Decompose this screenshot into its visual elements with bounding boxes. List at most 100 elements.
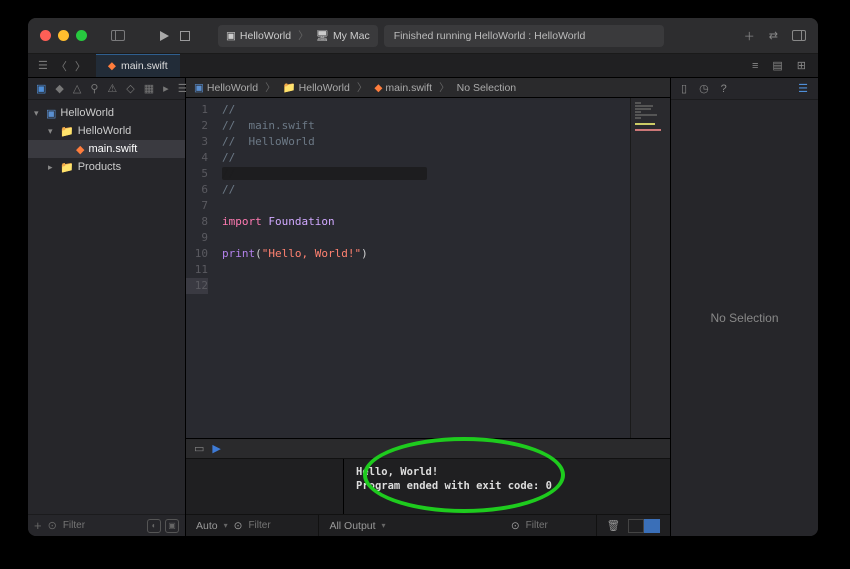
swift-icon: ◆ xyxy=(108,60,116,72)
symbol-nav-icon[interactable]: △ xyxy=(73,82,81,95)
issue-nav-icon[interactable]: ⚠ xyxy=(107,82,117,95)
inspector-panel: ▯ ◷ ? ☰ No Selection xyxy=(670,78,818,536)
variables-view[interactable] xyxy=(186,459,344,514)
scheme-and-status: ▣ HelloWorld 〉 🖥 My Mac Finished running… xyxy=(218,25,664,47)
disclosure-down-icon[interactable]: ▾ xyxy=(34,108,42,119)
jumpbar-crumb-symbol: No Selection xyxy=(457,82,517,94)
breakpoints-toggle-icon[interactable]: ▶ xyxy=(212,442,220,455)
project-icon: ▣ xyxy=(46,107,56,120)
variables-filter-input[interactable] xyxy=(248,520,308,531)
tab-nav: ☰ 〈 〉 xyxy=(28,54,96,77)
add-editor-icon[interactable]: ⊞ xyxy=(797,59,806,72)
scheme-selector[interactable]: ▣ HelloWorld 〉 🖥 My Mac xyxy=(218,25,378,47)
console-output[interactable]: Hello, World! Program ended with exit co… xyxy=(344,459,670,514)
filter-icon[interactable]: ⊙ xyxy=(48,519,57,532)
inspector-toggle-icon[interactable] xyxy=(792,28,806,44)
editor-column: ▣HelloWorld 〉 📁HelloWorld 〉 ◆main.swift … xyxy=(186,78,670,536)
close-window-button[interactable] xyxy=(40,30,51,41)
find-nav-icon[interactable]: ⚲ xyxy=(90,82,98,95)
nav-back-icon[interactable]: 〈 xyxy=(56,58,67,74)
inspector-menu-icon[interactable]: ☰ xyxy=(798,82,808,95)
chevron-right-icon: 〉 xyxy=(262,80,279,95)
tab-main-swift[interactable]: ◆ main.swift xyxy=(96,54,180,77)
code-content[interactable]: // // main.swift // HelloWorld // // // … xyxy=(214,98,630,438)
run-button[interactable] xyxy=(159,30,170,42)
related-items-icon[interactable]: ☰ xyxy=(38,59,48,72)
chevron-right-icon: 〉 xyxy=(436,80,453,95)
editor-options-icon[interactable]: ≡ xyxy=(752,60,758,72)
redacted-comment: // xyxy=(222,167,427,180)
toolbar-left-icons xyxy=(111,30,125,41)
toolbar-right: ＋ ⇄ xyxy=(744,28,806,44)
recent-filter-icon[interactable]: ◐ xyxy=(147,519,161,533)
jumpbar-crumb-project: ▣HelloWorld xyxy=(194,82,258,94)
clear-console-icon[interactable]: 🗑 xyxy=(607,519,620,532)
hide-debug-icon[interactable]: ▭ xyxy=(194,442,204,455)
code-review-icon[interactable]: ⇄ xyxy=(769,28,778,44)
scheme-destination: My Mac xyxy=(333,30,370,42)
tabbar-right: ≡ ▤ ⊞ xyxy=(740,54,818,77)
project-icon: ▣ xyxy=(194,82,204,94)
help-inspector-icon[interactable]: ? xyxy=(721,83,727,95)
output-scope-selector[interactable]: All Output xyxy=(329,520,375,532)
show-vars-toggle[interactable] xyxy=(628,519,644,533)
add-file-icon[interactable]: + xyxy=(34,518,42,533)
jumpbar-crumb-file: ◆main.swift xyxy=(374,82,432,94)
line-number-gutter: 123456789101112 xyxy=(186,98,214,438)
debug-footer-right: 🗑 xyxy=(597,519,670,533)
tree-target-folder[interactable]: ▾ 📁 HelloWorld xyxy=(28,122,185,140)
history-inspector-icon[interactable]: ◷ xyxy=(699,82,709,95)
folder-icon: 📁 xyxy=(60,161,74,174)
editor-tabbar: ☰ 〈 〉 ◆ main.swift ≡ ▤ ⊞ xyxy=(28,54,818,78)
editor-area: 123456789101112 // // main.swift // Hell… xyxy=(186,98,670,438)
debug-bar: ▭ ▶ xyxy=(186,439,670,459)
folder-name: HelloWorld xyxy=(78,125,132,137)
scheme-separator: 〉 xyxy=(295,28,312,43)
xcode-window: ▣ HelloWorld 〉 🖥 My Mac Finished running… xyxy=(28,18,818,536)
minimize-window-button[interactable] xyxy=(58,30,69,41)
tree-products-folder[interactable]: ▸ 📁 Products xyxy=(28,158,185,176)
disclosure-down-icon[interactable]: ▾ xyxy=(48,126,56,137)
navigator-tabs: ▣ ◆ △ ⚲ ⚠ ◇ ▦ ▸ ☰ xyxy=(28,78,185,100)
debug-area: ▭ ▶ Hello, World! Program ended with exi… xyxy=(186,438,670,536)
status-text: Finished running HelloWorld : HelloWorld xyxy=(394,30,586,42)
nav-forward-icon[interactable]: 〉 xyxy=(75,58,86,74)
library-plus-icon[interactable]: ＋ xyxy=(744,28,755,44)
variables-filter-seg: Auto▾ ⊙ xyxy=(186,515,319,536)
scheme-project: HelloWorld xyxy=(240,30,291,42)
tree-project-root[interactable]: ▾ ▣ HelloWorld xyxy=(28,104,185,122)
navigator-toggle-icon[interactable] xyxy=(111,30,125,41)
filter-icon[interactable]: ⊙ xyxy=(511,520,520,532)
disclosure-right-icon[interactable]: ▸ xyxy=(48,162,56,173)
project-nav-tab-icon[interactable]: ▣ xyxy=(36,82,46,95)
tab-filename: main.swift xyxy=(121,60,168,72)
stop-button[interactable] xyxy=(180,30,190,42)
show-console-toggle[interactable] xyxy=(644,519,660,533)
inspector-tabs: ▯ ◷ ? ☰ xyxy=(671,78,818,100)
file-inspector-icon[interactable]: ▯ xyxy=(681,82,687,95)
tree-file-main-swift[interactable]: ◆ main.swift xyxy=(28,140,185,158)
debug-pane-toggle[interactable] xyxy=(628,519,660,533)
breakpoint-nav-icon[interactable]: ▸ xyxy=(163,82,169,95)
inspector-body: No Selection xyxy=(671,100,818,536)
folder-icon: 📁 xyxy=(283,81,296,94)
filter-icon[interactable]: ⊙ xyxy=(234,520,243,532)
zoom-window-button[interactable] xyxy=(76,30,87,41)
chevron-right-icon: 〉 xyxy=(354,80,371,95)
navigator-filter-input[interactable] xyxy=(63,520,133,531)
source-control-nav-icon[interactable]: ◆ xyxy=(55,82,63,95)
debug-nav-icon[interactable]: ▦ xyxy=(144,82,154,95)
jump-bar[interactable]: ▣HelloWorld 〉 📁HelloWorld 〉 ◆main.swift … xyxy=(186,78,670,98)
test-nav-icon[interactable]: ◇ xyxy=(126,82,134,95)
assistant-editor-icon[interactable]: ▤ xyxy=(772,59,782,72)
code-editor[interactable]: 123456789101112 // // main.swift // Hell… xyxy=(186,98,630,438)
debug-footer: Auto▾ ⊙ All Output▾ ⊙ 🗑 xyxy=(186,514,670,536)
inspector-empty-label: No Selection xyxy=(710,311,778,325)
console-filter-input[interactable] xyxy=(526,520,586,531)
auto-scope-selector[interactable]: Auto xyxy=(196,520,218,532)
file-tree: ▾ ▣ HelloWorld ▾ 📁 HelloWorld ◆ main.swi… xyxy=(28,100,185,514)
scm-filter-icon[interactable]: ▣ xyxy=(165,519,179,533)
titlebar: ▣ HelloWorld 〉 🖥 My Mac Finished running… xyxy=(28,18,818,54)
minimap[interactable] xyxy=(630,98,670,438)
folder-icon: 📁 xyxy=(60,125,74,138)
